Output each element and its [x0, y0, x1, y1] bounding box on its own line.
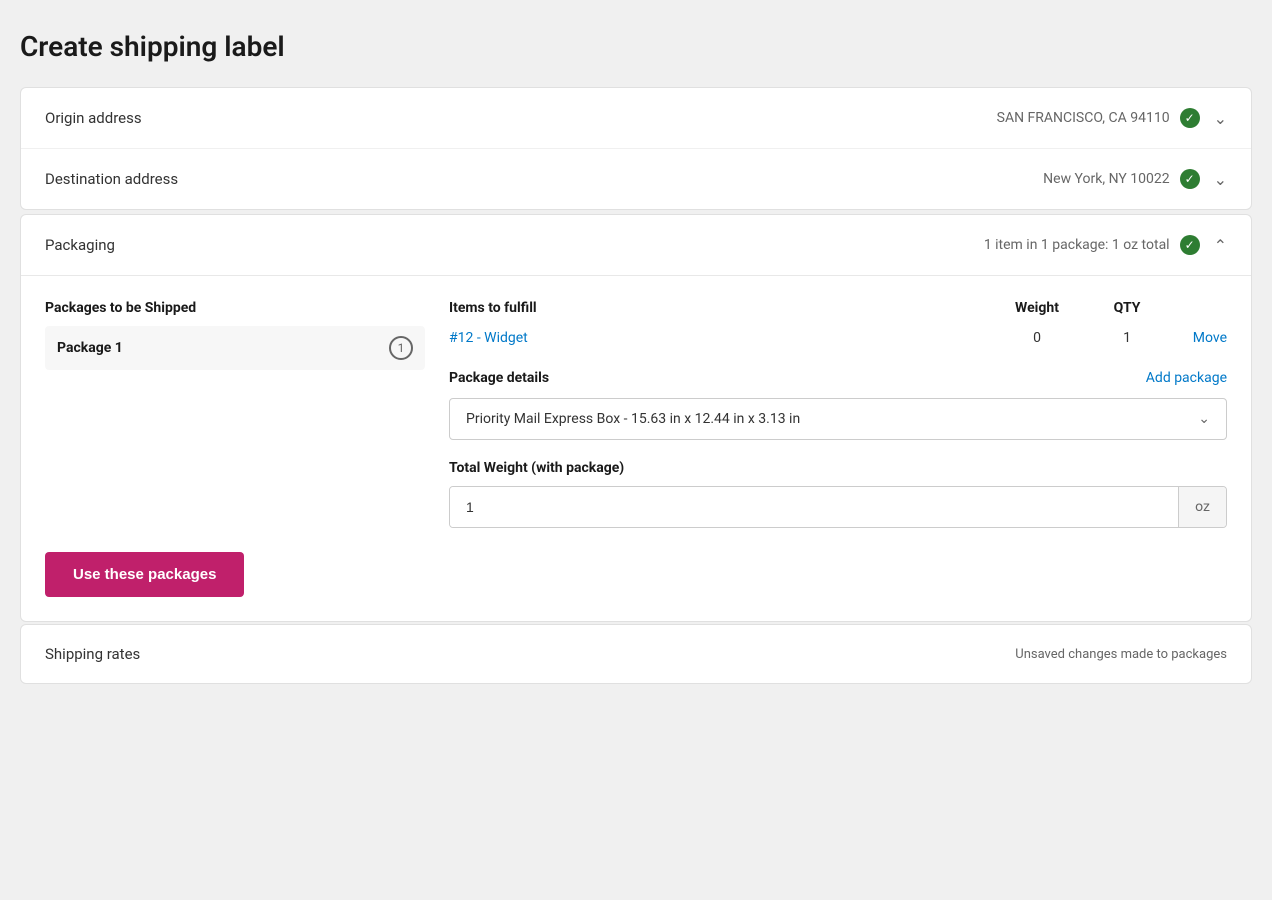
packaging-summary: 1 item in 1 package: 1 oz total: [984, 237, 1170, 253]
items-col: Items to fulfill Weight QTY #12 - Widget…: [425, 300, 1227, 528]
add-package-link[interactable]: Add package: [1146, 370, 1227, 386]
destination-address-right: New York, NY 10022 ✓ ⌄: [1043, 169, 1227, 189]
packaging-header-right: 1 item in 1 package: 1 oz total ✓ ⌃: [984, 235, 1227, 255]
item-link[interactable]: #12 - Widget: [449, 330, 987, 346]
packages-grid: Packages to be Shipped Package 1 1 Items…: [45, 300, 1227, 528]
weight-header: Weight: [987, 300, 1087, 316]
origin-address-row[interactable]: Origin address SAN FRANCISCO, CA 94110 ✓…: [21, 88, 1251, 149]
origin-check-icon: ✓: [1180, 108, 1200, 128]
package1-badge: 1: [389, 336, 413, 360]
package-details-header: Package details Add package: [449, 370, 1227, 386]
item-row: #12 - Widget 0 1 Move: [449, 326, 1227, 362]
item-weight-value: 0: [987, 330, 1087, 346]
destination-address-label: Destination address: [45, 170, 178, 188]
destination-address-row[interactable]: Destination address New York, NY 10022 ✓…: [21, 149, 1251, 209]
package-details-label: Package details: [449, 370, 549, 386]
origin-address-status: SAN FRANCISCO, CA 94110: [997, 110, 1170, 126]
move-link[interactable]: Move: [1167, 330, 1227, 346]
package1-row: Package 1 1: [45, 326, 425, 370]
use-packages-button[interactable]: Use these packages: [45, 552, 244, 597]
packages-col-header: Packages to be Shipped: [45, 300, 425, 326]
package1-name: Package 1: [57, 340, 381, 356]
destination-check-icon: ✓: [1180, 169, 1200, 189]
packaging-body: Packages to be Shipped Package 1 1 Items…: [21, 276, 1251, 621]
origin-chevron-icon[interactable]: ⌄: [1214, 109, 1227, 128]
package-type-value: Priority Mail Express Box - 15.63 in x 1…: [466, 411, 800, 427]
packaging-label: Packaging: [45, 236, 115, 254]
destination-chevron-icon[interactable]: ⌄: [1214, 170, 1227, 189]
package-details-section: Package details Add package Priority Mai…: [449, 370, 1227, 528]
packaging-header[interactable]: Packaging 1 item in 1 package: 1 oz tota…: [21, 215, 1251, 276]
shipping-rates-label: Shipping rates: [45, 645, 140, 663]
shipping-rates-card[interactable]: Shipping rates Unsaved changes made to p…: [20, 624, 1252, 684]
packaging-check-icon: ✓: [1180, 235, 1200, 255]
origin-address-right: SAN FRANCISCO, CA 94110 ✓ ⌄: [997, 108, 1227, 128]
items-header-label: Items to fulfill: [449, 300, 987, 316]
item-qty-value: 1: [1087, 330, 1167, 346]
weight-unit-label: oz: [1178, 487, 1226, 527]
packaging-chevron-icon[interactable]: ⌃: [1214, 236, 1227, 255]
packages-col: Packages to be Shipped Package 1 1: [45, 300, 425, 528]
shipping-rates-status: Unsaved changes made to packages: [1015, 647, 1227, 662]
origin-address-label: Origin address: [45, 109, 142, 127]
select-chevron-icon: ⌄: [1198, 411, 1210, 427]
shipping-rates-header: Shipping rates Unsaved changes made to p…: [21, 625, 1251, 683]
total-weight-input-row: oz: [449, 486, 1227, 528]
page-title: Create shipping label: [20, 20, 1252, 63]
package-type-select[interactable]: Priority Mail Express Box - 15.63 in x 1…: [449, 398, 1227, 440]
items-header-row: Items to fulfill Weight QTY: [449, 300, 1227, 326]
total-weight-input[interactable]: [450, 487, 1178, 527]
qty-header: QTY: [1087, 300, 1167, 316]
total-weight-label: Total Weight (with package): [449, 460, 1227, 476]
destination-address-status: New York, NY 10022: [1043, 171, 1169, 187]
